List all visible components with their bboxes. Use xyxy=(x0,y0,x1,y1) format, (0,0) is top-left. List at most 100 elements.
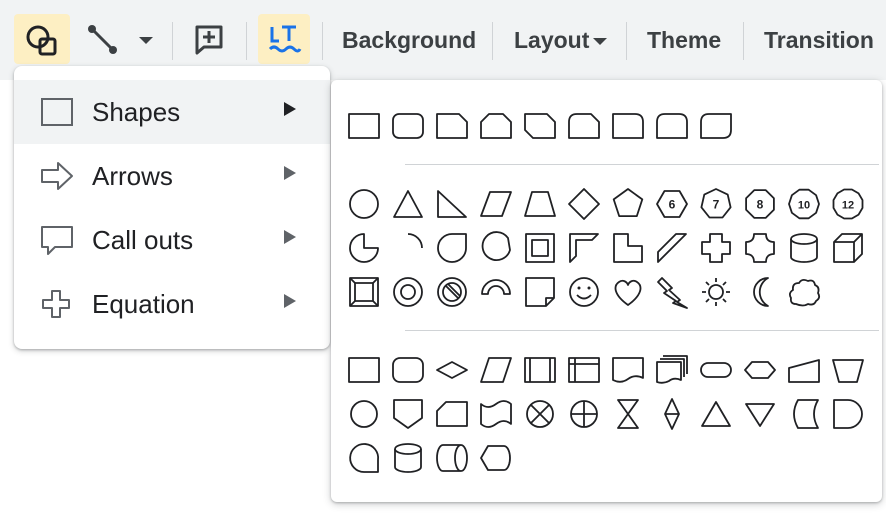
submenu-arrow-icon xyxy=(284,102,296,116)
round-diagonal-shape[interactable] xyxy=(698,108,734,144)
heart-shape[interactable] xyxy=(610,274,646,310)
teardrop-shape[interactable] xyxy=(434,230,470,266)
sun-shape[interactable] xyxy=(698,274,734,310)
toolbar-separator xyxy=(743,22,744,60)
trapezoid-icon xyxy=(524,191,556,217)
pie-shape[interactable] xyxy=(346,230,382,266)
flowchart-manual-operation-icon xyxy=(832,359,864,383)
flowchart-connector-shape[interactable] xyxy=(346,396,382,432)
menu-item-callouts[interactable]: Call outs xyxy=(14,208,330,272)
half-frame-shape[interactable] xyxy=(566,230,602,266)
shapes-button[interactable] xyxy=(14,14,70,64)
flowchart-direct-access-storage-shape[interactable] xyxy=(434,440,470,476)
block-arc-shape[interactable] xyxy=(478,274,514,310)
smiley-face-shape[interactable] xyxy=(566,274,602,310)
rectangle-shape[interactable] xyxy=(346,108,382,144)
octagon-8-shape[interactable]: 8 xyxy=(742,186,778,222)
cube-shape[interactable] xyxy=(830,230,866,266)
cloud-icon xyxy=(788,278,821,307)
snip-same-side-shape[interactable] xyxy=(478,108,514,144)
flowchart-data-shape[interactable] xyxy=(478,352,514,388)
flowchart-manual-input-shape[interactable] xyxy=(786,352,822,388)
flowchart-terminator-shape[interactable] xyxy=(698,352,734,388)
flowchart-decision-icon xyxy=(436,361,468,379)
can-shape[interactable] xyxy=(786,230,822,266)
flowchart-manual-operation-shape[interactable] xyxy=(830,352,866,388)
flowchart-stored-data-shape[interactable] xyxy=(786,396,822,432)
triangle-shape[interactable] xyxy=(390,186,426,222)
flowchart-multidocument-shape[interactable] xyxy=(654,352,690,388)
line-dropdown-button[interactable] xyxy=(132,14,160,64)
l-shape-shape[interactable] xyxy=(610,230,646,266)
round-single-corner-shape[interactable] xyxy=(610,108,646,144)
diamond-shape[interactable] xyxy=(566,186,602,222)
line-icon xyxy=(88,25,117,54)
chord-shape[interactable] xyxy=(478,230,514,266)
diagonal-stripe-shape[interactable] xyxy=(654,230,690,266)
menu-item-equation[interactable]: Equation xyxy=(14,272,330,336)
shape-badge: 7 xyxy=(713,198,720,212)
bevel-shape[interactable] xyxy=(346,274,382,310)
flowchart-merge-icon xyxy=(745,403,775,427)
flowchart-delay-shape[interactable] xyxy=(830,396,866,432)
ellipse-shape[interactable] xyxy=(346,186,382,222)
layout-button[interactable]: Layout xyxy=(514,26,608,54)
hexagon-6-shape[interactable]: 6 xyxy=(654,186,690,222)
flowchart-or-icon xyxy=(570,400,598,428)
no-symbol-shape[interactable] xyxy=(434,274,470,310)
menu-item-arrows[interactable]: Arrows xyxy=(14,144,330,208)
rounded-rectangle-shape[interactable] xyxy=(390,108,426,144)
trapezoid-shape[interactable] xyxy=(522,186,558,222)
comment-button[interactable] xyxy=(184,14,234,64)
flowchart-alternate-process-shape[interactable] xyxy=(390,352,426,388)
snip-round-single-shape[interactable] xyxy=(566,108,602,144)
heptagon-7-shape[interactable]: 7 xyxy=(698,186,734,222)
flowchart-or-shape[interactable] xyxy=(566,396,602,432)
dodecagon-12-shape[interactable]: 12 xyxy=(830,186,866,222)
transition-button[interactable]: Transition xyxy=(764,26,874,54)
plaque-shape[interactable] xyxy=(742,230,778,266)
moon-shape[interactable] xyxy=(742,274,778,310)
text-format-button[interactable] xyxy=(258,14,310,64)
right-triangle-shape[interactable] xyxy=(434,186,470,222)
decagon-10-shape[interactable]: 10 xyxy=(786,186,822,222)
flowchart-process-shape[interactable] xyxy=(346,352,382,388)
flowchart-extract-shape[interactable] xyxy=(698,396,734,432)
parallelogram-shape[interactable] xyxy=(478,186,514,222)
flowchart-offpage-connector-shape[interactable] xyxy=(390,396,426,432)
menu-item-shapes[interactable]: Shapes xyxy=(14,80,330,144)
arc-shape[interactable] xyxy=(390,230,426,266)
flowchart-merge-shape[interactable] xyxy=(742,396,778,432)
layout-label: Layout xyxy=(514,27,590,53)
flowchart-predefined-process-shape[interactable] xyxy=(522,352,558,388)
flowchart-direct-access-storage-icon xyxy=(436,444,468,472)
pentagon-shape[interactable] xyxy=(610,186,646,222)
flowchart-document-shape[interactable] xyxy=(610,352,646,388)
dodecagon-12-icon: 12 xyxy=(832,188,864,220)
line-button[interactable] xyxy=(80,14,130,64)
lightning-bolt-shape[interactable] xyxy=(654,274,690,310)
flowchart-preparation-shape[interactable] xyxy=(742,352,778,388)
flowchart-internal-storage-shape[interactable] xyxy=(566,352,602,388)
round-diagonal-icon xyxy=(700,113,732,139)
octagon-8-icon: 8 xyxy=(745,189,775,219)
snip-diagonal-shape[interactable] xyxy=(522,108,558,144)
flowchart-card-shape[interactable] xyxy=(434,396,470,432)
background-button[interactable]: Background xyxy=(342,26,476,54)
flowchart-punched-tape-shape[interactable] xyxy=(478,396,514,432)
flowchart-summing-junction-shape[interactable] xyxy=(522,396,558,432)
cloud-shape[interactable] xyxy=(786,274,822,310)
flowchart-magnetic-disk-shape[interactable] xyxy=(390,440,426,476)
theme-button[interactable]: Theme xyxy=(647,26,721,54)
snip-single-corner-shape[interactable] xyxy=(434,108,470,144)
flowchart-decision-shape[interactable] xyxy=(434,352,470,388)
donut-shape[interactable] xyxy=(390,274,426,310)
frame-shape[interactable] xyxy=(522,230,558,266)
flowchart-sequential-access-storage-shape[interactable] xyxy=(346,440,382,476)
cross-shape[interactable] xyxy=(698,230,734,266)
round-same-side-shape[interactable] xyxy=(654,108,690,144)
folded-corner-shape[interactable] xyxy=(522,274,558,310)
flowchart-collate-shape[interactable] xyxy=(610,396,646,432)
flowchart-sort-shape[interactable] xyxy=(654,396,690,432)
flowchart-display-shape[interactable] xyxy=(478,440,514,476)
